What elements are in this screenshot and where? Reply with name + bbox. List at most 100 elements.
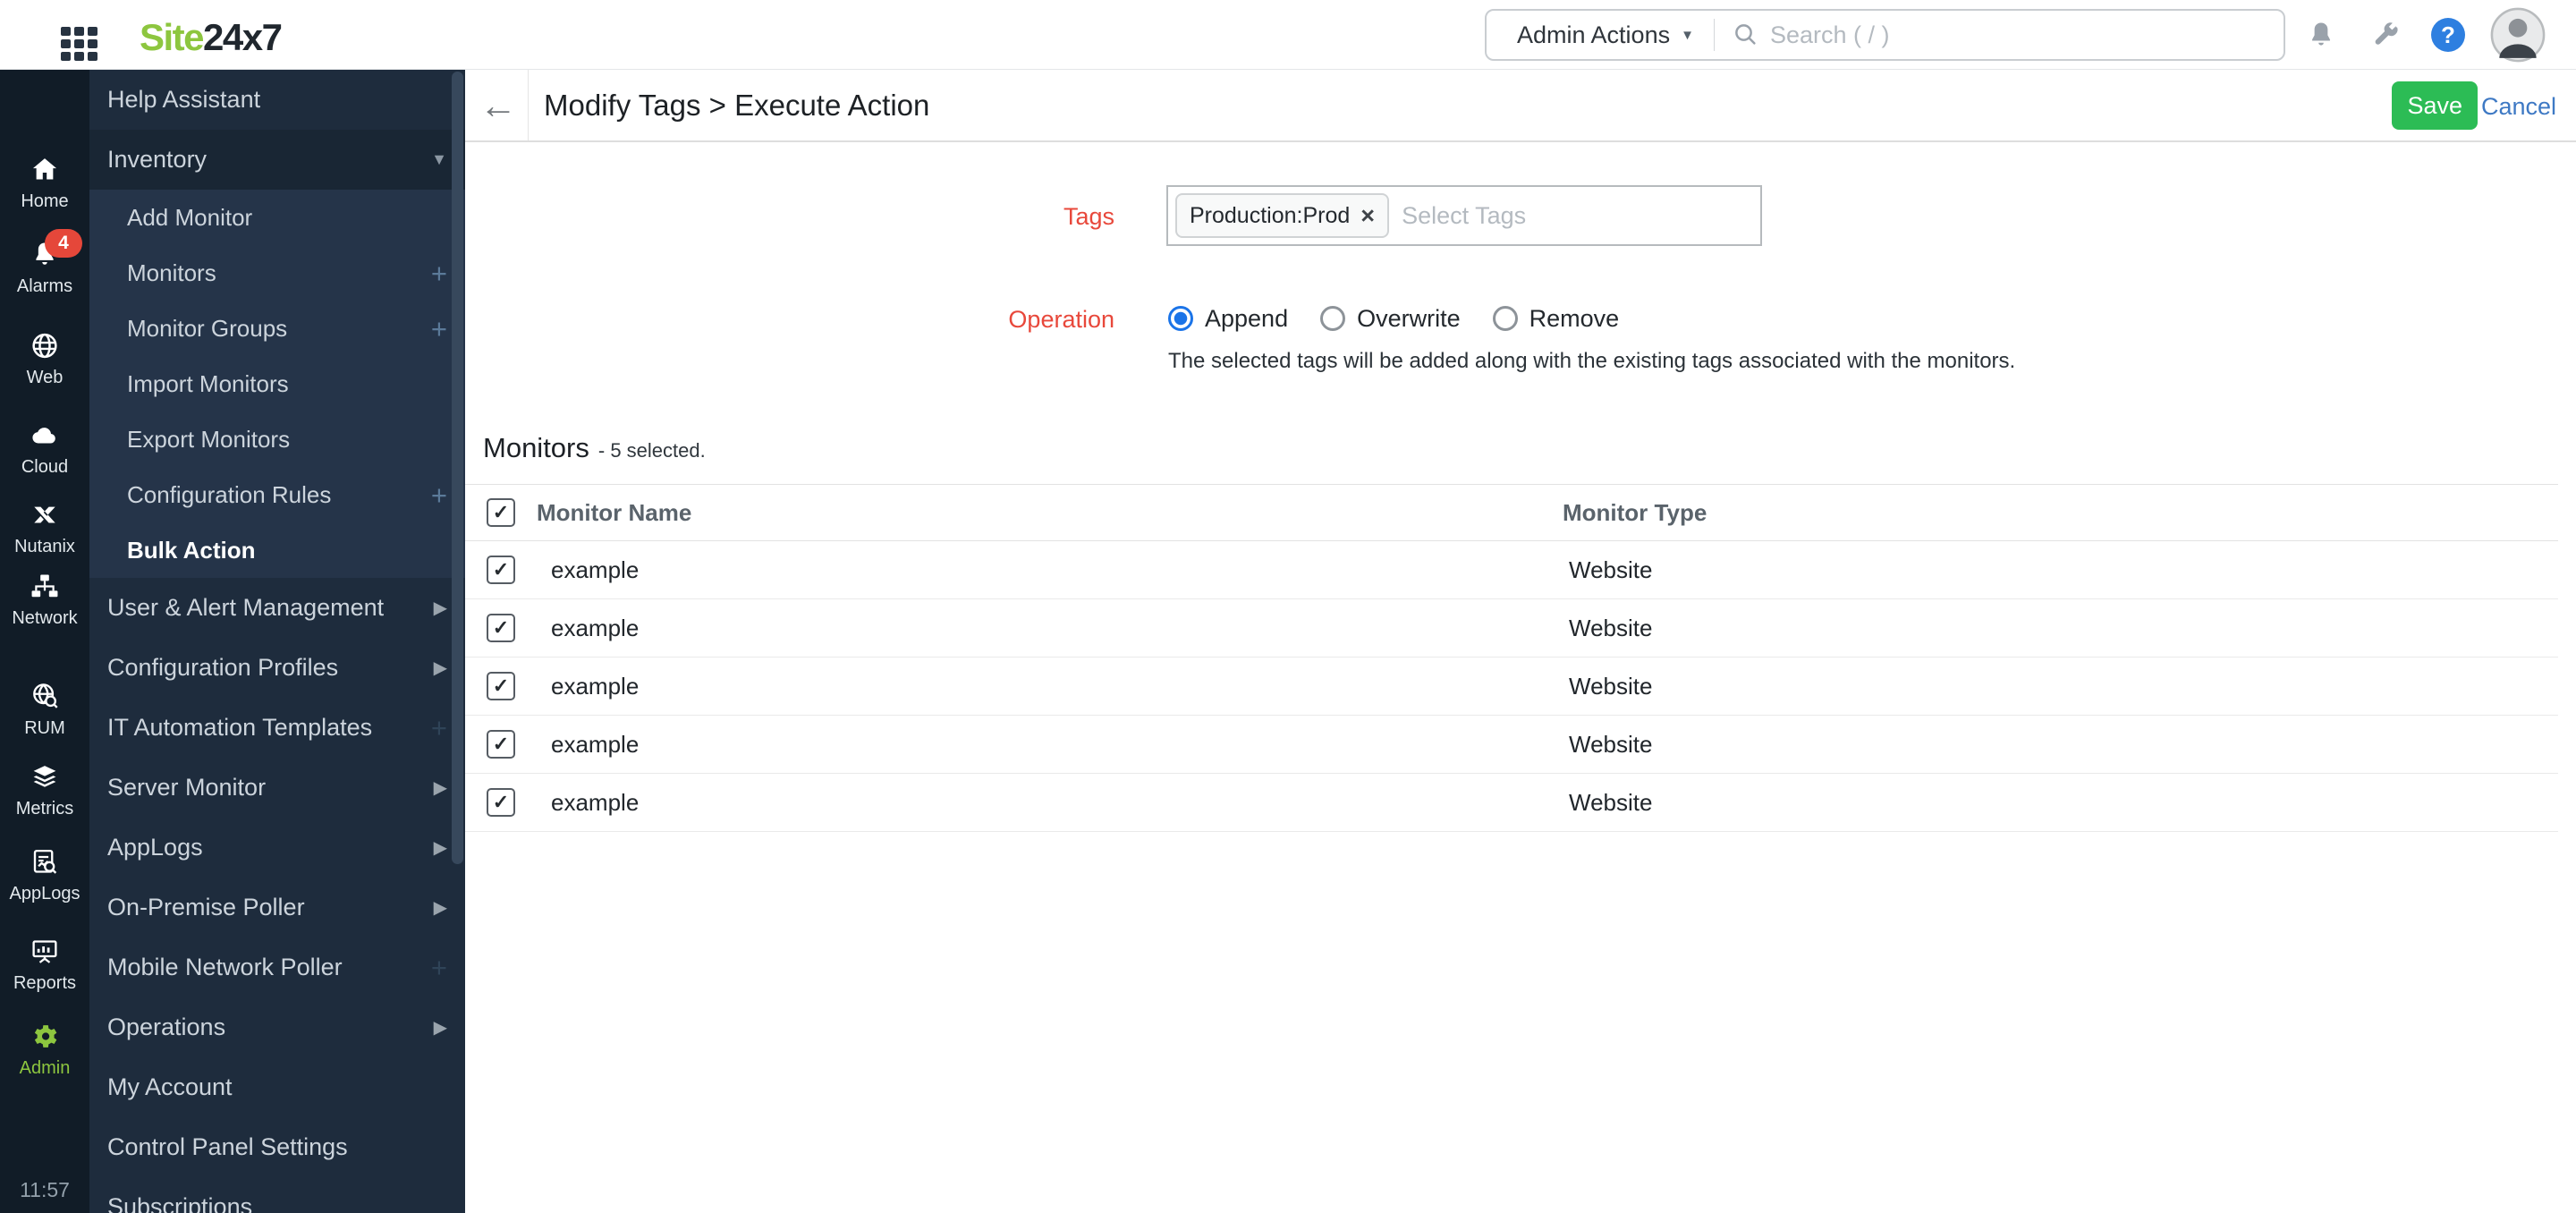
admin-actions-dropdown[interactable]: Admin Actions ▼ [1487,21,1714,49]
gear-icon [29,1022,61,1052]
sidebar-item-configuration-rules[interactable]: Configuration Rules + [89,467,465,522]
sidebar-item-operations[interactable]: Operations ▶ [89,997,465,1057]
page-title: Modify Tags > Execute Action [544,88,930,122]
help-icon[interactable]: ? [2431,18,2465,52]
sidebar-item-label: Server Monitor [107,774,267,801]
notifications-bell-icon[interactable] [2306,20,2336,55]
reports-icon [29,937,61,967]
rail-item-nutanix[interactable]: Nutanix [0,500,89,557]
table-body: ✓ example Website ✓ example Website ✓ example We… [465,541,2558,832]
radio-append[interactable] [1168,306,1193,331]
apps-grid-icon[interactable] [61,27,99,63]
sidebar-item-mobile-network-poller[interactable]: Mobile Network Poller + [89,937,465,997]
sidebar-item-add-monitor[interactable]: Add Monitor [89,190,465,245]
column-header-monitor-name: Monitor Name [537,498,692,526]
logo-site-text: Site [140,16,205,58]
radio-remove[interactable] [1492,306,1518,331]
sidebar-item-label: Inventory [107,146,208,173]
table-row: ✓ example Website [465,599,2558,657]
sidebar-item-user-alert-management[interactable]: User & Alert Management ▶ [89,578,465,638]
sidebar-item-monitors[interactable]: Monitors + [89,245,465,301]
cancel-link[interactable]: Cancel [2481,93,2556,121]
rail-item-web[interactable]: Web [0,331,89,388]
chevron-down-icon: ▼ [1681,27,1694,43]
sidebar-item-import-monitors[interactable]: Import Monitors [89,356,465,411]
radio-overwrite[interactable] [1320,306,1346,331]
sidebar-item-subscriptions[interactable]: Subscriptions [89,1177,465,1213]
select-all-cell: ✓ [465,498,537,527]
rail-item-applogs[interactable]: AppLogs [0,847,89,904]
rail-item-reports[interactable]: Reports [0,937,89,994]
plus-icon[interactable]: + [431,315,447,343]
sidebar-item-label: AppLogs [107,834,203,861]
monitor-type-cell: Website [1569,730,1653,758]
tags-text-input[interactable] [1402,201,1753,230]
plus-icon[interactable]: + [431,481,447,509]
save-button[interactable]: Save [2392,81,2478,130]
sidebar-item-it-automation-templates[interactable]: IT Automation Templates + [89,698,465,758]
table-header-row: ✓ Monitor Name Monitor Type [465,484,2558,541]
sidebar-scrollbar[interactable] [452,72,463,864]
chevron-down-icon: ▼ [431,150,447,168]
rum-icon [29,682,61,712]
rail-item-label: Metrics [15,799,74,819]
sidebar-item-server-monitor[interactable]: Server Monitor ▶ [89,758,465,818]
sidebar-item-monitor-groups[interactable]: Monitor Groups + [89,301,465,356]
sidebar-item-applogs[interactable]: AppLogs ▶ [89,818,465,878]
sidebar-item-bulk-action[interactable]: Bulk Action [89,522,465,578]
rail-item-cloud[interactable]: Cloud [0,420,89,478]
rail-item-admin[interactable]: Admin [0,1022,89,1079]
sidebar-item-label: Import Monitors [127,369,289,397]
select-all-checkbox[interactable]: ✓ [487,498,515,527]
sidebar-item-help-assistant[interactable]: Help Assistant [89,70,465,130]
operation-label: Operation [1008,306,1114,333]
radio-label: Overwrite [1357,304,1461,332]
page-header: ← Modify Tags > Execute Action Save Canc… [465,70,2576,142]
search-divider [1713,19,1715,51]
row-checkbox[interactable]: ✓ [487,614,515,642]
site24x7-logo[interactable]: Site24x7 [140,16,283,59]
sidebar-item-my-account[interactable]: My Account [89,1057,465,1117]
plus-icon[interactable]: + [431,259,447,287]
sidebar-item-configuration-profiles[interactable]: Configuration Profiles ▶ [89,638,465,698]
sidebar-item-label: Configuration Rules [127,480,332,508]
sidebar-item-export-monitors[interactable]: Export Monitors [89,411,465,467]
rail-item-label: Nutanix [14,537,75,556]
operation-option-remove[interactable]: Remove [1492,305,1619,333]
sidebar-item-label: Subscriptions [107,1193,253,1213]
top-bar: Site24x7 Admin Actions ▼ ? [0,0,2576,70]
operation-option-overwrite[interactable]: Overwrite [1320,305,1461,333]
row-checkbox[interactable]: ✓ [487,556,515,584]
wrench-icon[interactable] [2370,20,2401,55]
row-checkbox[interactable]: ✓ [487,672,515,700]
rail-item-rum[interactable]: RUM [0,682,89,739]
row-checkbox[interactable]: ✓ [487,788,515,817]
rail-item-home[interactable]: Home [0,155,89,212]
chevron-right-icon: ▶ [433,1018,447,1038]
cloud-icon [29,420,61,451]
remove-tag-icon[interactable]: × [1360,203,1375,228]
rail-item-label: AppLogs [9,884,80,903]
monitor-type-cell: Website [1569,614,1653,641]
search-input[interactable] [1769,21,2284,49]
rail-item-network[interactable]: Network [0,572,89,629]
rail-item-alarms[interactable]: 4 Alarms [0,229,89,297]
user-avatar[interactable] [2490,7,2546,63]
back-button[interactable]: ← [474,82,522,129]
monitor-name-cell: example [551,614,640,641]
operation-help-text: The selected tags will be added along wi… [1168,349,2016,373]
rail-item-metrics[interactable]: Metrics [0,762,89,819]
sidebar-item-control-panel-settings[interactable]: Control Panel Settings [89,1117,465,1177]
row-checkbox[interactable]: ✓ [487,730,515,759]
sidebar-item-on-premise-poller[interactable]: On-Premise Poller ▶ [89,878,465,937]
rail-item-label: Alarms [16,276,73,296]
tags-input[interactable]: Production:Prod × [1166,185,1762,246]
logo-24x7-text: 24x7 [203,16,283,58]
operation-option-append[interactable]: Append [1168,305,1288,333]
rail-item-label: Home [21,191,69,211]
sidebar-item-inventory[interactable]: Inventory ▼ [89,130,465,190]
chevron-right-icon: ▶ [433,898,447,918]
alarm-count-badge: 4 [45,229,82,258]
sidebar-item-label: Export Monitors [127,425,291,453]
monitors-selected-count: - 5 selected. [597,439,706,462]
